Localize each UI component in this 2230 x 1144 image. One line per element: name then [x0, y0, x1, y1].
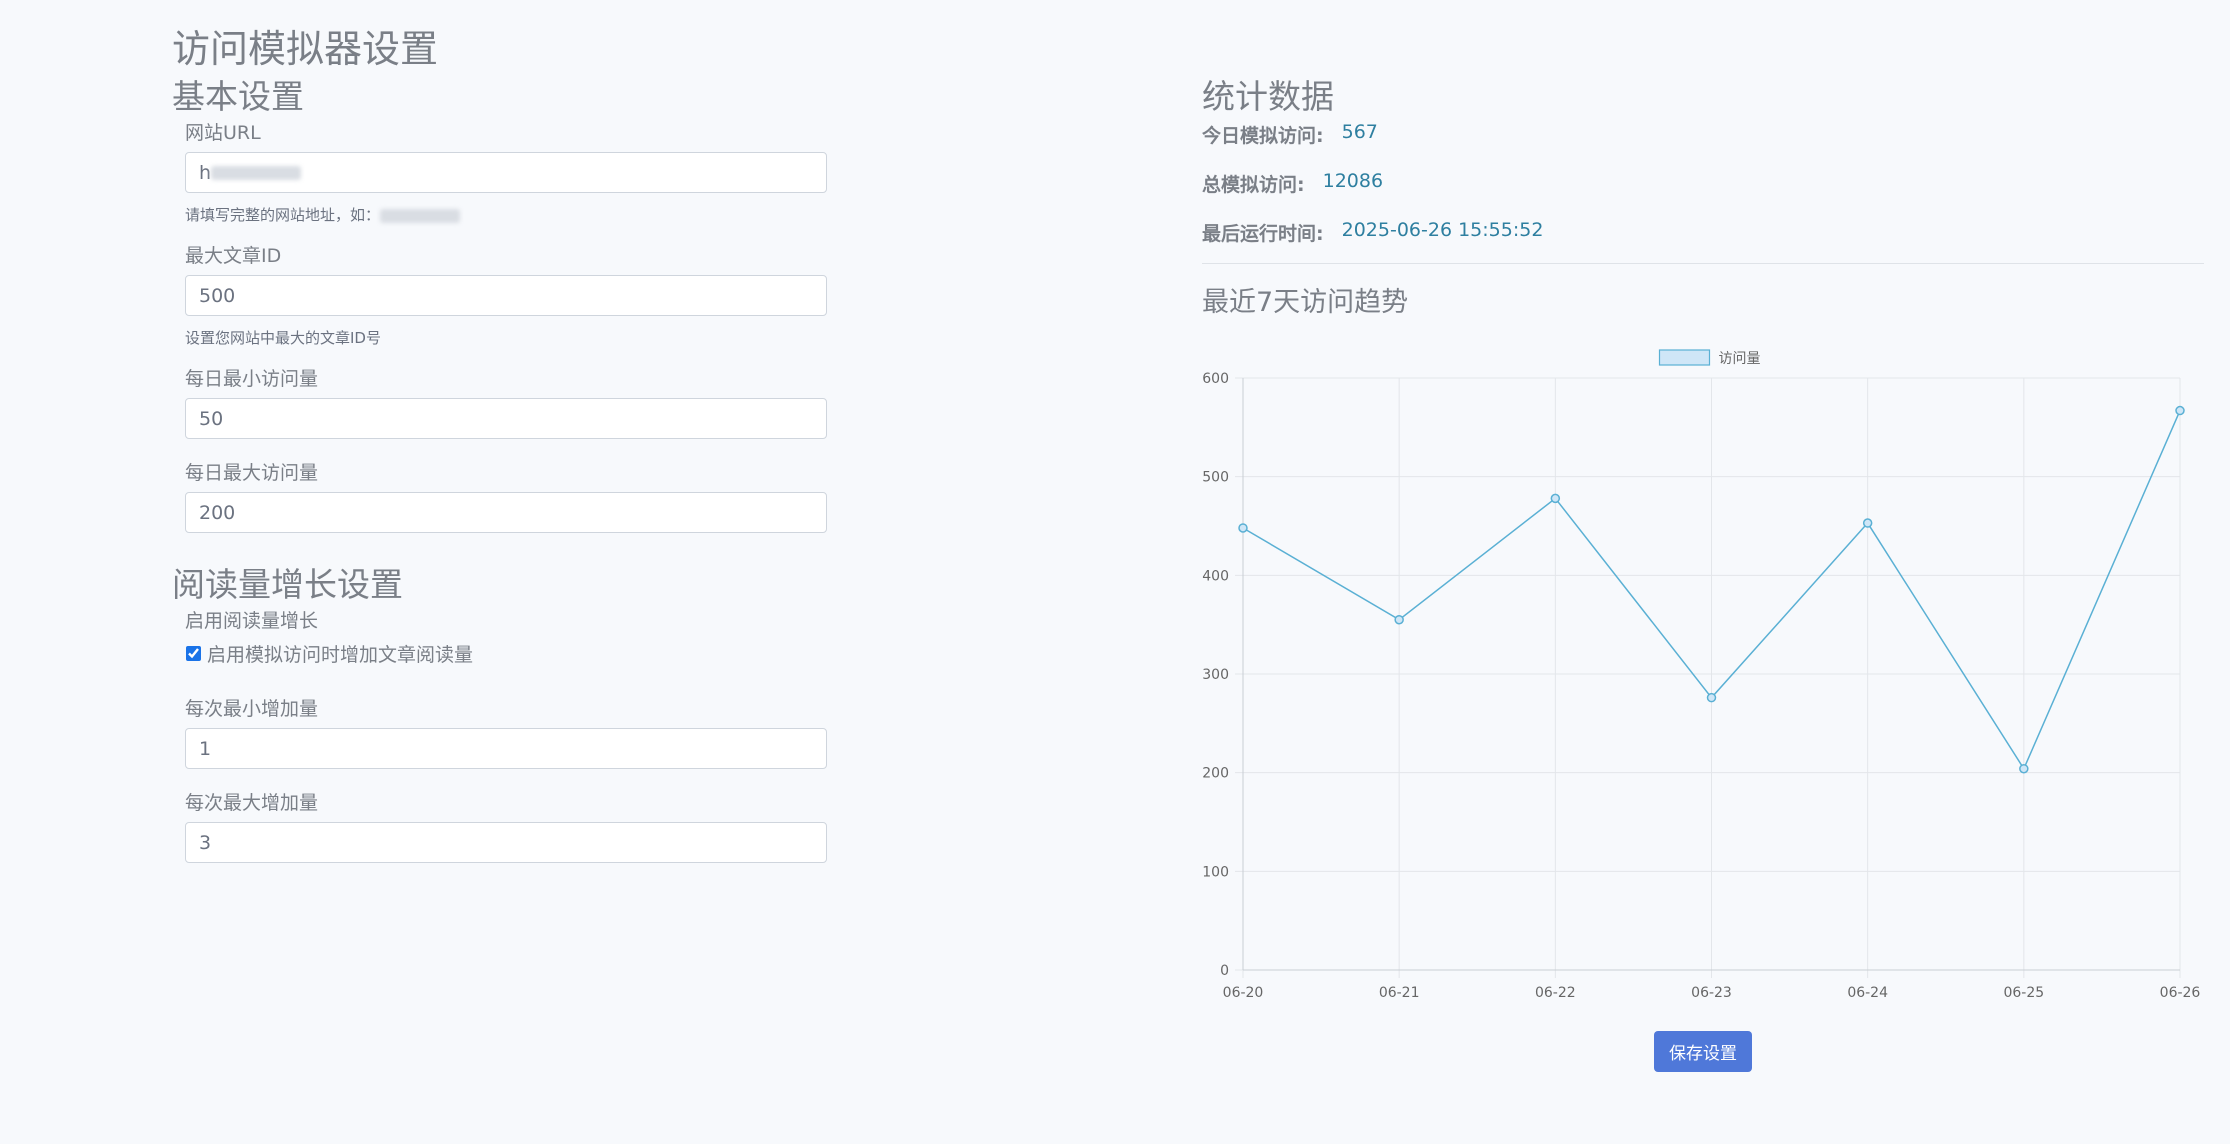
- data-point: [1706, 692, 1717, 703]
- stat-last-run: 最后运行时间: 2025-06-26 15:55:52: [1202, 219, 1543, 246]
- y-tick-label: 400: [1202, 568, 1229, 584]
- page-title: 访问模拟器设置: [172, 27, 439, 71]
- basic-settings-title: 基本设置: [172, 77, 304, 116]
- stat-today-label: 今日模拟访问:: [1202, 125, 1324, 147]
- max-article-id-help: 设置您网站中最大的文章ID号: [185, 329, 381, 347]
- stat-last-run-label: 最后运行时间:: [1202, 223, 1324, 245]
- url-input-value: h: [199, 161, 212, 184]
- data-point: [2175, 405, 2185, 416]
- stat-today-value: 567: [1341, 121, 1378, 143]
- data-point: [1394, 614, 1404, 625]
- growth-settings-title: 阅读量增长设置: [172, 565, 403, 604]
- min-increment-label: 每次最小增加量: [185, 698, 319, 720]
- y-tick-label: 600: [1202, 371, 1229, 387]
- y-tick-label: 200: [1202, 766, 1229, 782]
- enable-growth-option[interactable]: 启用模拟访问时增加文章阅读量: [186, 640, 473, 667]
- max-article-id-input[interactable]: [185, 275, 827, 316]
- url-help-redaction: [380, 208, 461, 223]
- stat-last-run-value: 2025-06-26 15:55:52: [1341, 219, 1544, 241]
- url-label: 网站URL: [185, 122, 261, 144]
- max-increment-input[interactable]: [185, 822, 827, 863]
- max-daily-visits-label: 每日最大访问量: [185, 462, 319, 484]
- stat-total: 总模拟访问: 12086: [1202, 170, 1383, 197]
- enable-growth-checkbox[interactable]: [186, 646, 201, 661]
- stats-divider: [1202, 263, 2204, 264]
- trend-title: 最近7天访问趋势: [1202, 287, 1409, 318]
- x-tick-label: 06-23: [1691, 985, 1732, 1001]
- min-daily-visits-label: 每日最小访问量: [185, 368, 319, 390]
- save-settings-button[interactable]: 保存设置: [1654, 1031, 1752, 1072]
- x-tick-label: 06-26: [2160, 985, 2201, 1001]
- max-daily-visits-input[interactable]: [185, 492, 827, 533]
- visit-trend-chart: 0 100 200 300 400 500 600 06-20 06-21 06-22 06-23 0…: [1202, 349, 2201, 1001]
- data-point: [1550, 493, 1561, 504]
- stat-today: 今日模拟访问: 567: [1202, 121, 1378, 148]
- y-tick-label: 500: [1202, 470, 1229, 486]
- legend-swatch: [1658, 349, 1711, 366]
- y-tick-label: 0: [1220, 963, 1229, 979]
- url-help: 请填写完整的网站地址，如：: [185, 204, 461, 225]
- url-input[interactable]: h: [185, 152, 827, 193]
- stats-title: 统计数据: [1202, 77, 1334, 116]
- min-daily-visits-input[interactable]: [185, 398, 827, 439]
- stat-total-label: 总模拟访问:: [1202, 174, 1305, 196]
- y-tick-label: 100: [1202, 864, 1229, 880]
- legend-label: 访问量: [1719, 351, 1761, 367]
- max-increment-label: 每次最大增加量: [185, 792, 319, 814]
- enable-growth-label: 启用阅读量增长: [185, 610, 319, 632]
- x-tick-label: 06-22: [1535, 985, 1576, 1001]
- url-redaction: [211, 165, 302, 180]
- enable-growth-checkbox-label: 启用模拟访问时增加文章阅读量: [207, 644, 474, 666]
- x-tick-label: 06-25: [2003, 985, 2044, 1001]
- data-point: [1238, 523, 1248, 533]
- x-tick-label: 06-20: [1223, 985, 1264, 1001]
- data-point: [2019, 763, 2029, 774]
- data-point: [1862, 518, 1873, 528]
- stat-total-value: 12086: [1322, 170, 1384, 192]
- max-article-id-label: 最大文章ID: [185, 245, 282, 267]
- y-tick-label: 300: [1202, 667, 1229, 683]
- min-increment-input[interactable]: [185, 728, 827, 769]
- x-tick-label: 06-24: [1847, 985, 1888, 1001]
- x-tick-label: 06-21: [1379, 985, 1420, 1001]
